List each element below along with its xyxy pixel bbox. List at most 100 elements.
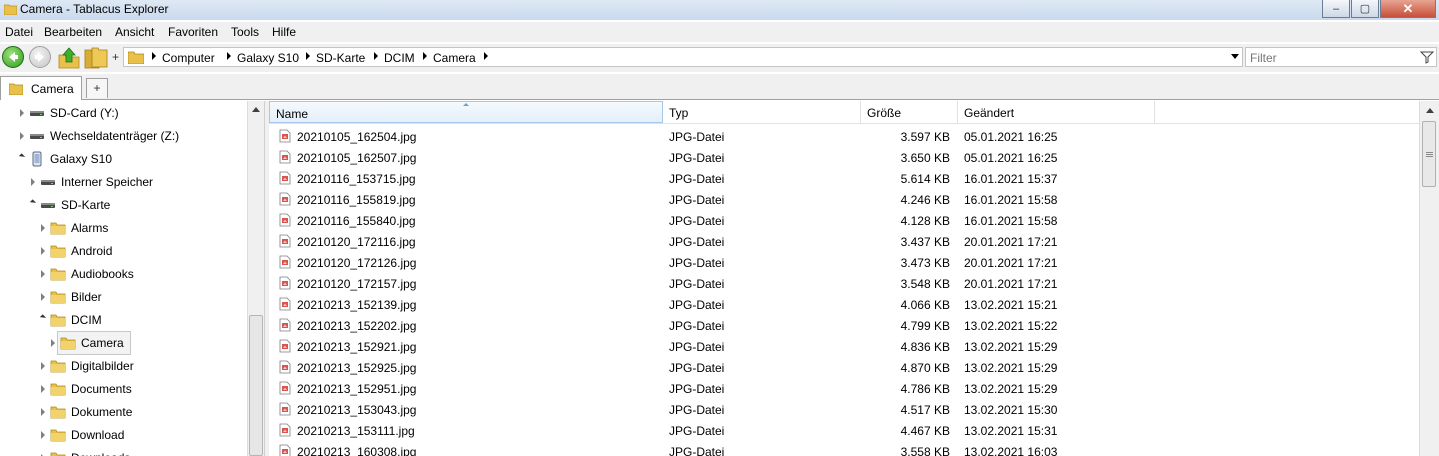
tree-item[interactable]: DCIM — [0, 309, 247, 331]
list-scroll-thumb[interactable] — [1422, 121, 1436, 187]
column-header-type[interactable]: Typ — [663, 101, 861, 123]
breadcrumb-separator-icon[interactable] — [227, 52, 231, 60]
add-button[interactable]: + — [112, 50, 119, 64]
drive-icon — [40, 197, 56, 213]
expand-arrow-icon[interactable] — [51, 339, 55, 347]
tree-item[interactable]: Digitalbilder — [0, 355, 247, 377]
breadcrumb-separator-icon[interactable] — [374, 52, 378, 60]
tree-item[interactable]: Bilder — [0, 286, 247, 308]
image-file-icon — [279, 276, 291, 290]
breadcrumb-separator-icon[interactable] — [484, 52, 488, 60]
tree-item[interactable]: Dokumente — [0, 401, 247, 423]
menu-ansicht[interactable]: Ansicht — [115, 25, 154, 39]
tab-camera[interactable]: Camera — [0, 76, 82, 100]
collapse-arrow-icon[interactable] — [18, 153, 26, 160]
breadcrumb-computer[interactable]: Computer — [162, 51, 215, 65]
table-row[interactable]: 20210213_160308.jpg JPG-Datei 3.558 KB 13.0… — [269, 441, 1419, 456]
table-row[interactable]: 20210213_153111.jpg JPG-Datei 4.467 KB 13.0… — [269, 420, 1419, 441]
breadcrumb-camera[interactable]: Camera — [433, 51, 476, 65]
column-header-name[interactable]: Name — [269, 101, 663, 123]
breadcrumb-galaxy-s10[interactable]: Galaxy S10 — [237, 51, 299, 65]
expand-arrow-icon[interactable] — [41, 293, 45, 301]
cell-size: 3.597 KB — [900, 130, 950, 144]
folders-icon[interactable] — [84, 46, 108, 70]
menu-tools[interactable]: Tools — [231, 25, 259, 39]
table-row[interactable]: 20210116_155819.jpg JPG-Datei 4.246 KB 16.0… — [269, 189, 1419, 210]
table-row[interactable]: 20210116_153715.jpg JPG-Datei 5.614 KB 16.0… — [269, 168, 1419, 189]
table-row[interactable]: 20210213_152139.jpg JPG-Datei 4.066 KB 13.0… — [269, 294, 1419, 315]
folder-up-icon[interactable] — [57, 46, 81, 70]
column-header-modified[interactable]: Geändert — [958, 101, 1155, 123]
expand-arrow-icon[interactable] — [31, 178, 35, 186]
menu-bearbeiten[interactable]: Bearbeiten — [44, 25, 102, 39]
expand-arrow-icon[interactable] — [20, 132, 24, 140]
tree-item[interactable]: Camera — [0, 332, 247, 354]
tree-item-label: Bilder — [71, 290, 102, 304]
breadcrumb-separator-icon[interactable] — [152, 52, 156, 60]
menu-datei[interactable]: Datei — [5, 25, 33, 39]
new-tab-button[interactable]: + — [86, 78, 108, 98]
cell-size: 3.650 KB — [900, 151, 950, 165]
tree-item[interactable]: Interner Speicher — [0, 171, 247, 193]
forward-button[interactable] — [29, 46, 51, 68]
menu-favoriten[interactable]: Favoriten — [168, 25, 218, 39]
expand-arrow-icon[interactable] — [41, 247, 45, 255]
table-row[interactable]: 20210213_152951.jpg JPG-Datei 4.786 KB 13.0… — [269, 378, 1419, 399]
list-scrollbar[interactable] — [1419, 101, 1439, 456]
tree-item[interactable]: SD-Card (Y:) — [0, 102, 247, 124]
expand-arrow-icon[interactable] — [41, 270, 45, 278]
tree-item[interactable]: SD-Karte — [0, 194, 247, 216]
table-row[interactable]: 20210105_162507.jpg JPG-Datei 3.650 KB 05.0… — [269, 147, 1419, 168]
tree-item[interactable]: Alarms — [0, 217, 247, 239]
collapse-arrow-icon[interactable] — [39, 314, 47, 321]
tree-item[interactable]: Downloads — [0, 447, 247, 456]
tree-item[interactable]: Galaxy S10 — [0, 148, 247, 170]
folder-icon — [50, 243, 66, 259]
tree-item[interactable]: Audiobooks — [0, 263, 247, 285]
tree-item[interactable]: Android — [0, 240, 247, 262]
maximize-button[interactable]: ▢ — [1351, 0, 1379, 18]
expand-arrow-icon[interactable] — [41, 385, 45, 393]
tree-item[interactable]: Wechseldatenträger (Z:) — [0, 125, 247, 147]
close-button[interactable]: ✕ — [1380, 0, 1436, 18]
scroll-up-icon[interactable] — [1426, 108, 1434, 113]
scroll-up-icon[interactable] — [252, 107, 260, 112]
address-dropdown-icon[interactable] — [1231, 54, 1239, 59]
tree-item[interactable]: Download — [0, 424, 247, 446]
back-button[interactable] — [2, 46, 24, 68]
expand-arrow-icon[interactable] — [41, 362, 45, 370]
menu-hilfe[interactable]: Hilfe — [272, 25, 296, 39]
table-row[interactable]: 20210120_172126.jpg JPG-Datei 3.473 KB 20.0… — [269, 252, 1419, 273]
cell-size: 4.836 KB — [900, 340, 950, 354]
breadcrumb-separator-icon[interactable] — [306, 52, 310, 60]
expand-arrow-icon[interactable] — [41, 431, 45, 439]
cell-modified: 13.02.2021 16:03 — [964, 445, 1058, 456]
tree-scrollbar[interactable] — [247, 101, 264, 456]
expand-arrow-icon[interactable] — [20, 109, 24, 117]
breadcrumb-dcim[interactable]: DCIM — [384, 51, 415, 65]
table-row[interactable]: 20210120_172157.jpg JPG-Datei 3.548 KB 20.0… — [269, 273, 1419, 294]
table-row[interactable]: 20210213_152925.jpg JPG-Datei 4.870 KB 13.0… — [269, 357, 1419, 378]
table-row[interactable]: 20210120_172116.jpg JPG-Datei 3.437 KB 20.0… — [269, 231, 1419, 252]
tree-item[interactable]: Documents — [0, 378, 247, 400]
table-row[interactable]: 20210116_155840.jpg JPG-Datei 4.128 KB 16.0… — [269, 210, 1419, 231]
expand-arrow-icon[interactable] — [41, 224, 45, 232]
column-header-size[interactable]: Größe — [861, 101, 958, 123]
minimize-button[interactable]: ‒ — [1322, 0, 1350, 18]
table-row[interactable]: 20210105_162504.jpg JPG-Datei 3.597 KB 05.0… — [269, 126, 1419, 147]
cell-name: 20210105_162504.jpg — [297, 130, 417, 144]
breadcrumb-separator-icon[interactable] — [423, 52, 427, 60]
address-bar[interactable]: Computer Galaxy S10 SD-Karte DCIM Camera — [123, 47, 1243, 67]
expand-arrow-icon[interactable] — [41, 408, 45, 416]
cell-type: JPG-Datei — [669, 130, 725, 144]
table-row[interactable]: 20210213_152921.jpg JPG-Datei 4.836 KB 13.0… — [269, 336, 1419, 357]
image-file-icon — [279, 255, 291, 269]
table-row[interactable]: 20210213_152202.jpg JPG-Datei 4.799 KB 13.0… — [269, 315, 1419, 336]
filter-icon[interactable] — [1420, 50, 1434, 64]
breadcrumb-sd-karte[interactable]: SD-Karte — [316, 51, 365, 65]
tree-scroll-thumb[interactable] — [249, 315, 263, 456]
table-row[interactable]: 20210213_153043.jpg JPG-Datei 4.517 KB 13.0… — [269, 399, 1419, 420]
filter-input[interactable] — [1248, 49, 1420, 67]
cell-size: 4.128 KB — [900, 214, 950, 228]
collapse-arrow-icon[interactable] — [29, 199, 37, 206]
